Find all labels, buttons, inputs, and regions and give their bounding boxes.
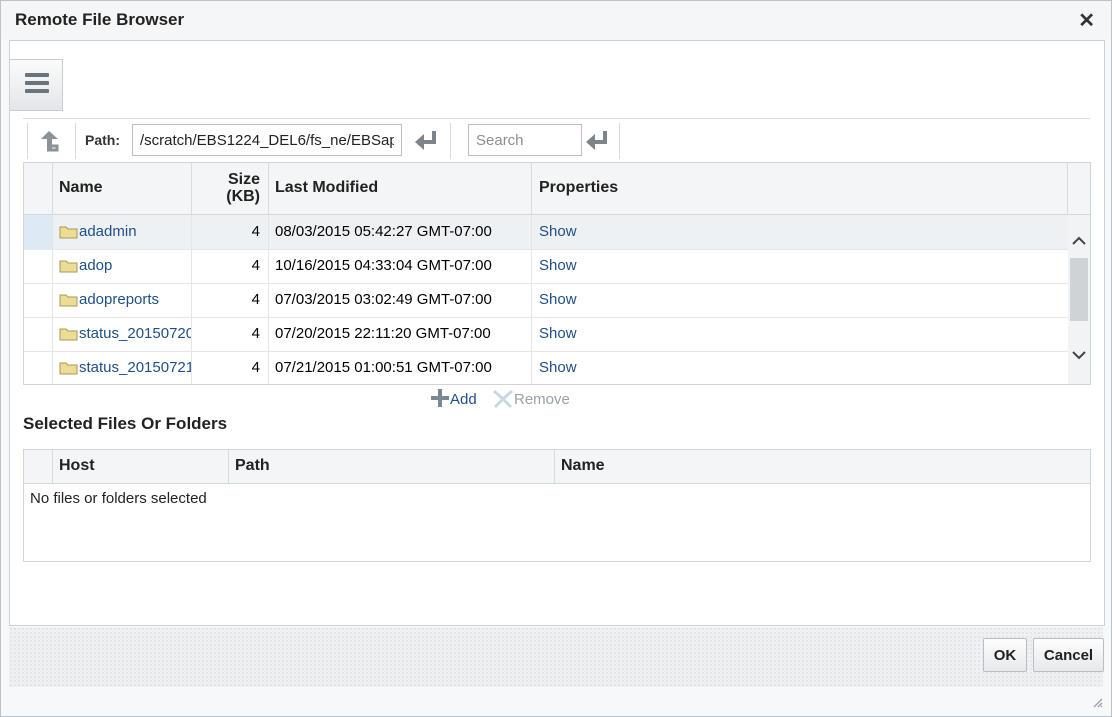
add-button-label: Add	[450, 391, 477, 408]
menu-icon	[25, 73, 49, 77]
table-row[interactable]: adop 4 10/16/2015 04:33:04 GMT-07:00 Sho…	[24, 249, 1068, 284]
selected-table-header: Host Path Name	[24, 450, 1090, 484]
show-properties-link[interactable]: Show	[539, 223, 577, 240]
file-properties-cell: Show	[532, 249, 1068, 283]
row-selector[interactable]	[24, 215, 53, 249]
path-label: Path:	[85, 132, 120, 148]
go-search-icon[interactable]	[585, 130, 609, 152]
path-column-header[interactable]: Path	[229, 450, 555, 483]
go-path-icon[interactable]	[414, 130, 438, 152]
show-properties-link[interactable]: Show	[539, 359, 577, 376]
row-selector[interactable]	[24, 283, 53, 317]
row-selector[interactable]	[24, 351, 53, 384]
file-size-cell: 4	[192, 249, 269, 283]
toolbar-separator	[27, 123, 28, 159]
empty-message: No files or folders selected	[30, 490, 207, 507]
remove-button-label: Remove	[514, 391, 570, 408]
folder-icon	[59, 260, 78, 273]
menu-icon	[25, 81, 49, 85]
dialog-titlebar: Remote File Browser ✕	[1, 1, 1111, 39]
file-properties-cell: Show	[532, 215, 1068, 249]
size-header-line2: (KB)	[226, 188, 260, 205]
file-size-cell: 4	[192, 317, 269, 351]
selected-table: Host Path Name No files or folders selec…	[23, 449, 1091, 562]
size-column-header[interactable]: Size (KB)	[192, 163, 269, 214]
close-icon[interactable]: ✕	[1078, 8, 1095, 33]
toolbar-separator	[619, 123, 620, 159]
folder-icon	[59, 362, 78, 375]
name-column-header[interactable]: Name	[555, 450, 1090, 483]
file-modified-cell: 07/03/2015 03:02:49 GMT-07:00	[269, 283, 532, 317]
file-name-cell[interactable]: status_20150720	[53, 317, 192, 351]
path-input[interactable]	[132, 124, 402, 156]
scrollbar-thumb[interactable]	[1070, 258, 1088, 321]
file-table-header: Name Size (KB) Last Modified Properties	[24, 163, 1090, 215]
folder-icon	[59, 226, 78, 239]
file-name-cell[interactable]: adop	[53, 249, 192, 283]
size-header-line1: Size	[227, 171, 260, 188]
file-properties-cell: Show	[532, 283, 1068, 317]
folder-icon	[59, 294, 78, 307]
search-input[interactable]	[468, 124, 582, 156]
menu-button[interactable]	[10, 59, 63, 111]
select-column-header	[24, 450, 53, 483]
table-row[interactable]: adopreports 4 07/03/2015 03:02:49 GMT-07…	[24, 283, 1068, 318]
remove-button[interactable]: Remove	[492, 388, 570, 408]
file-name-link[interactable]: status_20150721	[79, 359, 191, 376]
select-column-header	[24, 163, 53, 214]
chevron-up-icon[interactable]	[1072, 236, 1086, 246]
file-properties-cell: Show	[532, 351, 1068, 384]
plus-icon	[431, 389, 449, 407]
menu-icon	[25, 89, 49, 93]
file-name-cell[interactable]: adopreports	[53, 283, 192, 317]
up-arrow-icon[interactable]	[37, 128, 63, 154]
table-row[interactable]: adadmin 4 08/03/2015 05:42:27 GMT-07:00 …	[24, 215, 1068, 250]
toolbar-separator	[75, 123, 76, 159]
toolbar-separator	[450, 123, 451, 159]
path-toolbar: Path:	[23, 118, 1090, 161]
file-name-link[interactable]: status_20150720	[79, 325, 191, 342]
file-modified-cell: 07/20/2015 22:11:20 GMT-07:00	[269, 317, 532, 351]
file-modified-cell: 07/21/2015 01:00:51 GMT-07:00	[269, 351, 532, 384]
file-modified-cell: 10/16/2015 04:33:04 GMT-07:00	[269, 249, 532, 283]
table-row[interactable]: status_20150720 4 07/20/2015 22:11:20 GM…	[24, 317, 1068, 352]
row-selector[interactable]	[24, 317, 53, 351]
host-column-header[interactable]: Host	[53, 450, 229, 483]
file-name-cell[interactable]: status_20150721	[53, 351, 192, 384]
row-selector[interactable]	[24, 249, 53, 283]
cancel-button[interactable]: Cancel	[1033, 638, 1104, 672]
file-properties-cell: Show	[532, 317, 1068, 351]
vertical-scrollbar[interactable]	[1068, 215, 1090, 384]
file-name-link[interactable]: adadmin	[79, 223, 137, 240]
show-properties-link[interactable]: Show	[539, 291, 577, 308]
remote-file-browser-dialog: Remote File Browser ✕ Path: /scratch/EBS…	[0, 0, 1112, 717]
file-size-cell: 4	[192, 283, 269, 317]
file-name-cell[interactable]: adadmin	[53, 215, 192, 249]
show-properties-link[interactable]: Show	[539, 257, 577, 274]
chevron-down-icon[interactable]	[1072, 350, 1086, 360]
selected-section-title: Selected Files Or Folders	[23, 414, 228, 433]
dialog-title: Remote File Browser	[15, 10, 185, 29]
ok-button[interactable]: OK	[983, 638, 1027, 672]
file-size-cell: 4	[192, 351, 269, 384]
properties-column-header[interactable]: Properties	[532, 163, 1068, 214]
file-modified-cell: 08/03/2015 05:42:27 GMT-07:00	[269, 215, 532, 249]
remove-x-icon	[493, 390, 513, 408]
folder-icon	[59, 328, 78, 341]
name-column-header[interactable]: Name	[53, 163, 192, 214]
dialog-footer	[9, 627, 1103, 687]
last-modified-column-header[interactable]: Last Modified	[269, 163, 532, 214]
file-size-cell: 4	[192, 215, 269, 249]
resize-grip-icon[interactable]	[1091, 696, 1103, 708]
file-table: Name Size (KB) Last Modified Properties …	[23, 162, 1091, 385]
show-properties-link[interactable]: Show	[539, 325, 577, 342]
file-name-link[interactable]: adop	[79, 257, 112, 274]
add-button[interactable]: Add	[430, 388, 477, 408]
file-name-link[interactable]: adopreports	[79, 291, 159, 308]
table-row[interactable]: status_20150721 4 07/21/2015 01:00:51 GM…	[24, 351, 1068, 384]
